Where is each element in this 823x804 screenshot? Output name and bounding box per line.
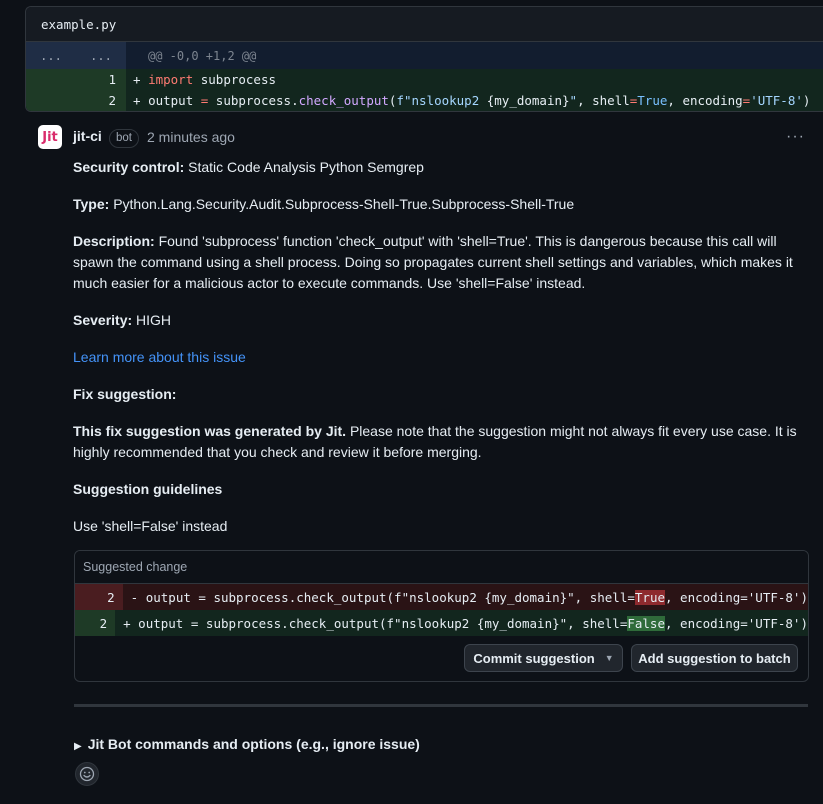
suggestion-deleted-line: 2 - output = subprocess.check_output(f"n… [75, 584, 808, 610]
line-code: + import subprocess [126, 72, 276, 87]
code-token: subprocess [193, 72, 277, 87]
code-token: f"nslookup2 [396, 93, 487, 108]
author-name[interactable]: jit-ci [73, 128, 102, 144]
suggested-change: Suggested change 2 - output = subprocess… [74, 550, 809, 682]
hunk-expand[interactable]: ... ... [26, 42, 126, 69]
severity: Severity: HIGH [73, 312, 172, 328]
diff-sign: + [133, 93, 149, 108]
fix-suggestion-heading: Fix suggestion: [73, 386, 177, 402]
divider [74, 704, 808, 707]
added-value: False [627, 615, 665, 631]
code-token: , shell [577, 93, 630, 108]
caret-down-icon: ▼ [604, 653, 614, 663]
description: Description: Found 'subprocess' function… [73, 233, 793, 291]
diff-lines: 1 + import subprocess 2 + output = subproce… [26, 69, 823, 111]
line-code: + output = subprocess.check_output(f"nsl… [126, 93, 810, 108]
code-token: subprocess. [208, 93, 299, 108]
add-reaction-button[interactable] [75, 762, 99, 786]
more-options-icon[interactable]: ··· [786, 128, 805, 146]
code-token: import [148, 72, 194, 87]
line-number[interactable]: 2 [26, 90, 126, 111]
suggested-change-header: Suggested change [75, 551, 808, 584]
code-token: " [569, 93, 578, 108]
learn-more-link[interactable]: Learn more about this issue [73, 349, 246, 365]
code-token: check_output [298, 93, 389, 108]
issue-type: Type: Python.Lang.Security.Audit.Subproc… [73, 196, 575, 212]
fix-note: This fix suggestion was generated by Jit… [73, 423, 797, 460]
code-token: ) [802, 93, 811, 108]
diff-sign: + [133, 72, 149, 87]
bot-commands-toggle[interactable]: ▶ Jit Bot commands and options (e.g., ign… [74, 736, 420, 752]
code-token: output [148, 93, 201, 108]
line-number[interactable]: 1 [26, 69, 126, 90]
code-token: True [637, 93, 668, 108]
hunk-row: ... ... @@ -0,0 +1,2 @@ [26, 42, 823, 69]
file-name[interactable]: example.py [41, 17, 116, 32]
triangle-right-icon: ▶ [74, 741, 82, 752]
bot-badge: bot [109, 129, 139, 148]
code-token: , encoding [667, 93, 743, 108]
code-token: {my_domain} [486, 93, 570, 108]
security-control: Security control: Static Code Analysis P… [73, 159, 424, 175]
comment-body: Security control: Static Code Analysis P… [73, 157, 811, 537]
diff-line: 2 + output = subprocess.check_output(f"ns… [26, 90, 823, 111]
add-to-batch-button[interactable]: Add suggestion to batch [631, 644, 798, 672]
file-diff: example.py ... ... @@ -0,0 +1,2 @@ 1 + im… [25, 6, 823, 112]
code-token: 'UTF-8' [750, 93, 803, 108]
avatar[interactable]: Jit [38, 125, 62, 149]
smiley-icon [79, 766, 95, 782]
commit-suggestion-button[interactable]: Commit suggestion ▼ [464, 644, 623, 672]
guidelines-heading: Suggestion guidelines [73, 481, 223, 497]
file-header: example.py [26, 7, 823, 42]
timestamp[interactable]: 2 minutes ago [147, 129, 235, 145]
diff-line: 1 + import subprocess [26, 69, 823, 90]
guidelines-text: Use 'shell=False' instead [73, 518, 228, 534]
hunk-header: @@ -0,0 +1,2 @@ [148, 48, 257, 63]
deleted-value: True [634, 589, 665, 605]
suggestion-added-line: 2 + output = subprocess.check_output(f"n… [75, 610, 808, 636]
